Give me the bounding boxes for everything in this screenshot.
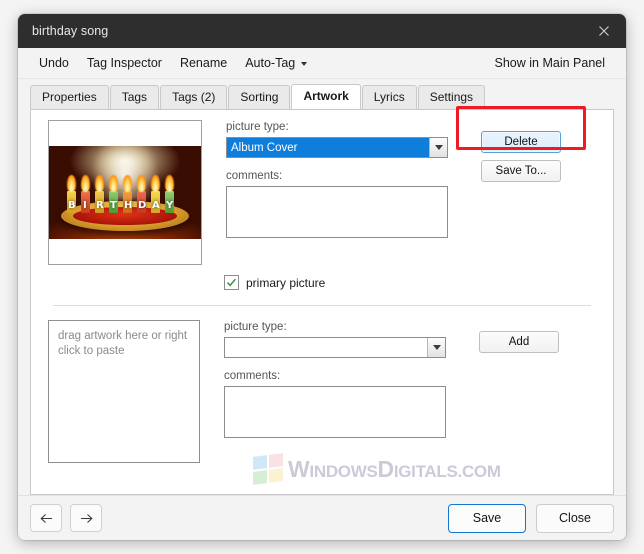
menu-item-auto-tag[interactable]: Auto-Tag (236, 53, 316, 73)
tab-artwork[interactable]: Artwork (291, 84, 361, 109)
comments-input[interactable] (226, 186, 448, 238)
menu-item-undo[interactable]: Undo (30, 53, 78, 73)
primary-picture-label: primary picture (246, 275, 326, 290)
artwork-thumbnail[interactable]: B I R T H D A Y (48, 120, 202, 265)
candle-letter: R (96, 200, 104, 211)
candle-letter: I (83, 200, 87, 211)
picture-type-select[interactable]: Album Cover (226, 137, 448, 158)
tab-lyrics[interactable]: Lyrics (361, 85, 417, 109)
tab-properties[interactable]: Properties (30, 85, 109, 109)
picture-type-dropdown-button-empty[interactable] (427, 338, 445, 357)
candle-flame (81, 175, 90, 192)
candle-flame (151, 175, 160, 192)
artwork-existing-fields: picture type: Album Cover comments: (226, 120, 448, 238)
arrow-left-icon (39, 513, 52, 523)
close-window-button[interactable] (582, 14, 626, 48)
candle-letter: T (110, 200, 117, 211)
artwork-image: B I R T H D A Y (49, 146, 201, 239)
picture-type-value-empty (225, 338, 427, 357)
candle-letter: Y (166, 200, 174, 211)
tab-sorting[interactable]: Sorting (228, 85, 291, 109)
candle-letter: B (68, 200, 76, 211)
checkbox-box (224, 275, 239, 290)
tab-strip: Properties Tags Tags (2) Sorting Artwork… (18, 79, 626, 109)
back-button[interactable] (30, 504, 62, 532)
close-button[interactable]: Close (536, 503, 614, 533)
tab-settings[interactable]: Settings (417, 85, 486, 109)
comments-label: comments: (226, 170, 283, 182)
artwork-panel: B I R T H D A Y picture type: Album Cove… (30, 109, 614, 495)
footer-bar: Save Close (18, 495, 626, 540)
title-bar: birthday song (18, 14, 626, 48)
comments-input-empty[interactable] (224, 386, 446, 438)
artwork-entry-existing: B I R T H D A Y picture type: Album Cove… (31, 110, 613, 306)
menu-item-tag-inspector-label: Tag Inspector (86, 56, 162, 70)
menu-item-undo-label: Undo (39, 56, 69, 70)
candle-flame (109, 175, 118, 192)
menu-bar: Undo Tag Inspector Rename Auto-Tag Show … (18, 48, 626, 79)
chevron-down-icon (301, 61, 308, 66)
tab-tags[interactable]: Tags (109, 85, 160, 109)
save-to-button[interactable]: Save To... (481, 160, 561, 182)
artwork-entry-empty: drag artwork here or right click to past… (31, 306, 613, 463)
picture-type-label-empty: picture type: (224, 321, 287, 333)
candle-flame (95, 175, 104, 192)
candle-flame (165, 175, 174, 192)
artwork-dropzone[interactable]: drag artwork here or right click to past… (48, 320, 200, 463)
tab-tags-2[interactable]: Tags (2) (160, 85, 228, 109)
chevron-down-icon (432, 345, 441, 350)
candle-flame (123, 175, 132, 192)
candle-flame (67, 175, 76, 192)
delete-button[interactable]: Delete (481, 131, 561, 153)
candle-letter: A (152, 200, 160, 211)
candle-flame (137, 175, 146, 192)
artwork-entry-empty-row: drag artwork here or right click to past… (31, 320, 613, 463)
picture-type-dropdown-button[interactable] (429, 138, 447, 157)
tag-editor-window: birthday song Undo Tag Inspector Rename … (18, 14, 626, 540)
menu-item-auto-tag-label: Auto-Tag (245, 56, 296, 70)
window-title: birthday song (32, 24, 109, 38)
chevron-down-icon (434, 145, 443, 150)
screen: birthday song Undo Tag Inspector Rename … (0, 0, 644, 554)
check-icon (226, 278, 236, 287)
picture-type-select-empty[interactable] (224, 337, 446, 358)
picture-type-label: picture type: (226, 121, 289, 133)
artwork-empty-buttons: Add (479, 320, 559, 360)
menu-item-show-in-main-panel[interactable]: Show in Main Panel (486, 53, 614, 73)
menu-item-rename-label: Rename (179, 56, 228, 70)
menu-item-show-in-main-panel-label: Show in Main Panel (494, 56, 605, 70)
primary-picture-checkbox[interactable]: primary picture (224, 275, 613, 290)
artwork-entry-existing-row: B I R T H D A Y picture type: Album Cove… (31, 120, 613, 265)
picture-type-value: Album Cover (227, 138, 429, 157)
comments-label-empty: comments: (224, 370, 281, 382)
candle-letter: D (138, 200, 147, 211)
menu-item-tag-inspector[interactable]: Tag Inspector (78, 53, 171, 73)
menu-item-rename[interactable]: Rename (171, 53, 236, 73)
artwork-existing-buttons: Delete Save To... (481, 120, 561, 189)
candle-letter: H (124, 200, 133, 211)
arrow-right-icon (80, 513, 93, 523)
artwork-empty-fields: picture type: comments: (224, 320, 446, 438)
forward-button[interactable] (70, 504, 102, 532)
close-icon (599, 26, 609, 36)
save-button[interactable]: Save (448, 503, 526, 533)
add-button[interactable]: Add (479, 331, 559, 353)
